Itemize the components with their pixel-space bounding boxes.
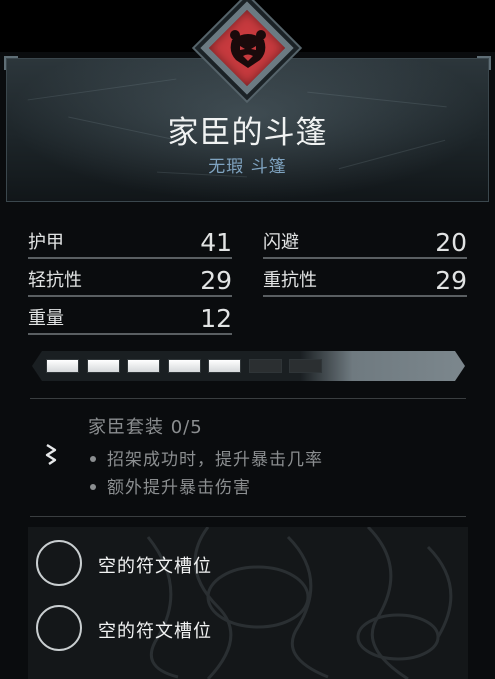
item-emblem	[200, 1, 294, 95]
stat-light-resistance: 轻抗性 29	[28, 263, 232, 297]
upgrade-segment	[208, 359, 241, 373]
item-subtitle: 无瑕 斗篷	[208, 157, 287, 177]
stat-label: 护甲	[28, 232, 64, 253]
stat-weight: 重量 12	[28, 301, 232, 335]
bear-head-icon	[230, 30, 266, 68]
rune-slot[interactable]	[36, 605, 82, 651]
stat-label: 闪避	[263, 232, 299, 253]
upgrade-segment	[87, 359, 120, 373]
stat-value: 12	[200, 304, 232, 333]
divider	[30, 398, 466, 399]
upgrade-segment	[289, 359, 322, 373]
set-bonus-text: 招架成功时，提升暴击几率	[107, 450, 323, 470]
set-bonus: 额外提升暴击伤害	[88, 473, 251, 498]
rune-slot[interactable]	[36, 540, 82, 586]
stat-label: 重量	[28, 308, 64, 329]
stat-label: 重抗性	[263, 270, 317, 291]
upgrade-segment	[46, 359, 79, 373]
stat-armor: 护甲 41	[28, 225, 232, 259]
item-name: 家臣的斗篷	[167, 115, 328, 151]
knotwork-pattern	[146, 527, 453, 679]
upgrade-level-bar	[32, 351, 465, 381]
stat-value: 41	[200, 228, 232, 257]
stat-value: 29	[200, 266, 232, 295]
set-bonus-text: 额外提升暴击伤害	[107, 478, 251, 498]
rune-sigil-icon	[45, 443, 57, 465]
upgrade-segment	[168, 359, 201, 373]
set-bonus: 招架成功时，提升暴击几率	[88, 445, 323, 470]
rune-slots-panel: 空的符文槽位 空的符文槽位	[28, 527, 468, 679]
rune-slot-label: 空的符文槽位	[98, 556, 212, 577]
stat-evasion: 闪避 20	[263, 225, 467, 259]
stat-value: 20	[435, 228, 467, 257]
upgrade-segment	[127, 359, 160, 373]
rune-slot-label: 空的符文槽位	[98, 621, 212, 642]
set-name: 家臣套装 0/5	[88, 417, 203, 438]
stat-value: 29	[435, 266, 467, 295]
divider	[30, 516, 466, 517]
upgrade-segment	[249, 359, 282, 373]
stat-heavy-resistance: 重抗性 29	[263, 263, 467, 297]
stat-label: 轻抗性	[28, 270, 82, 291]
